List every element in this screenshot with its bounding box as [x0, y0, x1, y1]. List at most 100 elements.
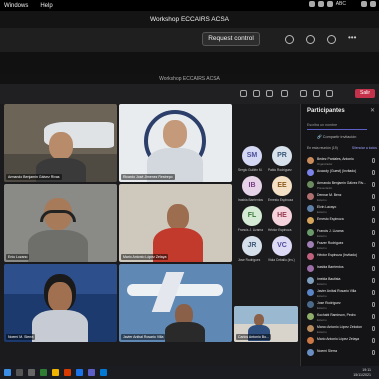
participant-row[interactable]: Mario Antonio López Zelaya: [307, 336, 378, 347]
start-icon[interactable]: [4, 369, 11, 376]
avatar-initials: EE: [277, 182, 287, 189]
reactions-icon[interactable]: [327, 35, 336, 44]
avatar-initials: JR: [247, 242, 257, 249]
participants-icon[interactable]: [240, 90, 247, 97]
mic-icon[interactable]: [372, 290, 375, 295]
share-icon[interactable]: [326, 90, 333, 97]
participant-row[interactable]: Francis J. Lizama Externo: [307, 228, 378, 239]
panel-title: Participantes: [307, 108, 345, 114]
participant-row[interactable]: Bedez Paniales, Antonio Organizador: [307, 156, 378, 167]
participants-icon[interactable]: [285, 35, 294, 44]
participant-row[interactable]: Imelda Bautista Externo: [307, 276, 378, 287]
video-tile-7[interactable]: Carlos Antonio Bo...: [234, 306, 298, 342]
mic-icon[interactable]: [372, 206, 375, 211]
participant-name: Armando Benjamin Gálvez Riv...: [317, 181, 366, 185]
camera-icon[interactable]: [300, 90, 307, 97]
participant-row[interactable]: Javier Anibal Rosario Villa Externo: [307, 288, 378, 299]
mic-icon[interactable]: [372, 182, 375, 187]
participant-avatar: [307, 301, 314, 308]
more-icon[interactable]: [281, 90, 288, 97]
mic-icon[interactable]: [372, 158, 375, 163]
avatar-he[interactable]: HE: [272, 206, 292, 226]
search-icon[interactable]: [370, 1, 376, 7]
avatar-jr[interactable]: JR: [242, 236, 262, 256]
participant-row[interactable]: Dennar M. Benz Externo: [307, 192, 378, 203]
participant-row[interactable]: Armando Benjamin Gálvez Riv... Presentado…: [307, 180, 378, 191]
avatar-fl[interactable]: FL: [242, 206, 262, 226]
participant-name: Kochabi Ramirson, Pedro: [317, 313, 356, 317]
avatar-ee[interactable]: EE: [272, 176, 292, 196]
participant-role: Externo: [317, 305, 327, 310]
participant-row[interactable]: Elvin Lacayo Externo: [307, 204, 378, 215]
participant-row[interactable]: Noemí Sierra: [307, 348, 378, 359]
participant-row[interactable]: Frazer Rodríguez Externo: [307, 240, 378, 251]
more-icon[interactable]: •••: [348, 34, 357, 44]
mute-all-button[interactable]: Silenciar a todos: [352, 146, 377, 150]
participant-row[interactable]: Acacoly (Guest) (Invitado): [307, 168, 378, 179]
task-view-icon[interactable]: [28, 369, 35, 376]
chat-icon[interactable]: [306, 35, 315, 44]
request-control-button[interactable]: Request control: [202, 32, 260, 46]
participant-search-input[interactable]: Escriba un nombre: [307, 122, 367, 130]
excel-icon[interactable]: [40, 369, 47, 376]
participant-avatar: [307, 169, 314, 176]
battery-icon[interactable]: [361, 1, 367, 7]
mic-icon[interactable]: [372, 242, 375, 247]
video-tile-3[interactable]: Enio Lozano: [4, 184, 117, 262]
in-meeting-header[interactable]: En esta reunión (19): [307, 146, 338, 150]
avatar-ib[interactable]: IB: [242, 176, 262, 196]
wifi-icon[interactable]: [308, 1, 315, 7]
video-tile-1[interactable]: Armando Benjamín Gálvez Rivas: [4, 104, 117, 182]
mic-icon[interactable]: [372, 326, 375, 331]
participant-row[interactable]: Héctor Espinoza (Invitado): [307, 252, 378, 263]
avatar-vc[interactable]: VC: [272, 236, 292, 256]
avatar-pr[interactable]: PR: [272, 146, 292, 166]
close-icon[interactable]: ✕: [370, 107, 375, 114]
video-tile-4[interactable]: Mario Antonio López Zelaya: [119, 184, 232, 262]
participant-avatar: [307, 217, 314, 224]
participant-row[interactable]: Ernesto Espinoza: [307, 216, 378, 227]
spacer: [0, 52, 379, 74]
volume-icon[interactable]: [326, 1, 333, 7]
mic-icon[interactable]: [372, 338, 375, 343]
chrome-icon[interactable]: [76, 369, 83, 376]
avatar-initials: SM: [246, 152, 258, 159]
teams-icon[interactable]: [88, 369, 95, 376]
bluetooth-icon[interactable]: [317, 1, 324, 7]
avatar-name: Pablo Rodríguez: [268, 168, 292, 172]
menu-windows[interactable]: Windows: [4, 3, 28, 9]
participant-row[interactable]: Irasbia Barrientos: [307, 264, 378, 275]
participant-row[interactable]: Marco Antonio López Zelodon Externo: [307, 324, 378, 335]
input-source[interactable]: ABC: [336, 1, 346, 7]
mic-icon[interactable]: [372, 194, 375, 199]
participant-name: Marco Antonio López Zelodon: [317, 325, 363, 329]
participant-row[interactable]: Jose Rodríguez Externo: [307, 300, 378, 311]
menu-help[interactable]: Help: [40, 3, 52, 9]
participant-avatar: [307, 289, 314, 296]
participant-row[interactable]: Kochabi Ramirson, Pedro Externo: [307, 312, 378, 323]
video-tile-5[interactable]: Noemí M. Sierra: [4, 264, 117, 342]
video-tile-2[interactable]: Ricardo José Jimenez Restrepo: [119, 104, 232, 182]
reactions-icon[interactable]: [266, 90, 273, 97]
mic-icon[interactable]: [372, 230, 375, 235]
folder-icon[interactable]: [52, 369, 59, 376]
mic-icon[interactable]: [372, 350, 375, 355]
participant-name: Ernesto Espinoza: [317, 217, 344, 221]
mic-icon[interactable]: [372, 170, 375, 175]
mic-icon[interactable]: [372, 314, 375, 319]
avatar-sm[interactable]: SM: [242, 146, 262, 166]
powerpoint-icon[interactable]: [64, 369, 71, 376]
leave-button[interactable]: Salir: [355, 89, 375, 98]
search-icon[interactable]: [16, 369, 23, 376]
mic-icon[interactable]: [372, 218, 375, 223]
mic-icon[interactable]: [372, 278, 375, 283]
share-invite-button[interactable]: 🔗 Compartir invitación: [317, 134, 356, 139]
mic-icon[interactable]: [372, 302, 375, 307]
mic-icon[interactable]: [372, 266, 375, 271]
chat-icon[interactable]: [253, 90, 260, 97]
clock[interactable]: 19:11 15/11/2021: [353, 368, 371, 377]
mic-icon[interactable]: [372, 254, 375, 259]
mic-icon[interactable]: [313, 90, 320, 97]
video-tile-6[interactable]: Javier Anibal Rosario Villa: [119, 264, 232, 342]
outlook-icon[interactable]: [100, 369, 107, 376]
